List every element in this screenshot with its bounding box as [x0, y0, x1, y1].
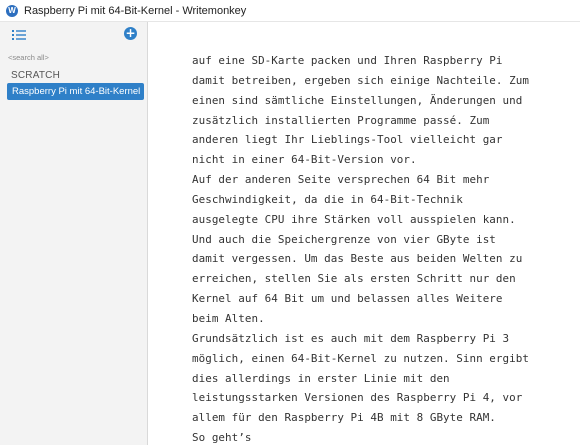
editor-line: einen sind sämtliche Einstellungen, Ände… — [192, 93, 523, 107]
editor-line: möglich, einen 64-Bit-Kernel zu nutzen. … — [192, 351, 529, 365]
editor-line: damit vergessen. Um das Beste aus beiden… — [192, 252, 523, 266]
add-icon[interactable]: + — [124, 27, 137, 40]
editor-line: Geschwindigkeit, da die in 64-Bit-Techni… — [192, 192, 463, 206]
section-header-scratch: SCRATCH — [11, 70, 60, 81]
editor-line: zusätzlich installierten Programme passé… — [192, 113, 490, 127]
editor-line: ausgelegte CPU ihre Stärken voll ausspie… — [192, 212, 516, 226]
editor-line: auf eine SD-Karte packen und Ihren Raspb… — [192, 54, 503, 67]
editor-line: allem für den Raspberry Pi 4B mit 8 GByt… — [192, 411, 496, 425]
editor-line: Auf der anderen Seite versprechen 64 Bit… — [192, 173, 490, 187]
document-list-item[interactable]: Raspberry Pi mit 64-Bit-Kernel — [7, 83, 144, 100]
editor-line: damit betreiben, ergeben sich einige Nac… — [192, 73, 529, 87]
editor-line: So geht’s — [192, 431, 252, 445]
editor-line: beim Alten. — [192, 311, 265, 325]
editor-line: dies allerdings in erster Linie mit den — [192, 371, 450, 385]
editor-line: Kernel auf 64 Bit um und belassen alles … — [192, 292, 503, 306]
editor-line: anderen liegt Ihr Lieblings-Tool viellei… — [192, 133, 503, 147]
editor-line: leistungsstarken Versionen des Raspberry… — [192, 391, 523, 405]
editor-line: Grundsätzlich ist es auch mit dem Raspbe… — [192, 331, 510, 345]
title-bar: W Raspberry Pi mit 64-Bit-Kernel - Write… — [0, 0, 580, 22]
editor-pane[interactable]: auf eine SD-Karte packen und Ihren Raspb… — [149, 22, 580, 445]
editor-line: erreichen, stellen Sie als ersten Schrit… — [192, 272, 516, 286]
editor-text[interactable]: auf eine SD-Karte packen und Ihren Raspb… — [192, 51, 532, 445]
list-icon[interactable] — [12, 28, 28, 42]
editor-line: nicht in einer 64-Bit-Version vor. — [192, 153, 417, 167]
editor-line: Und auch die Speichergrenze von vier GBy… — [192, 232, 496, 246]
sidebar: + SCRATCH Raspberry Pi mit 64-Bit-Kernel — [0, 22, 148, 445]
window-title: Raspberry Pi mit 64-Bit-Kernel - Writemo… — [24, 4, 247, 17]
app-icon: W — [6, 4, 18, 17]
search-input[interactable] — [8, 50, 140, 64]
